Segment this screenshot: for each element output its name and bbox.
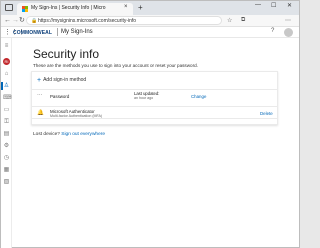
apps-icon[interactable]: ▦ [3, 167, 10, 173]
lost-device-label: Lost device? [33, 132, 60, 137]
browser-window: My Sign-Ins | Security Info | Micro × + … [0, 0, 300, 248]
address-bar[interactable]: 🔒 https://mysignins.microsoft.com/securi… [26, 16, 222, 25]
brand-logo: COMMONWEAL [13, 30, 53, 36]
add-method-label: Add sign-in method [43, 77, 87, 83]
page-description: These are the methods you use to sign in… [33, 63, 198, 68]
url-text[interactable]: https://mysignins.microsoft.com/security… [38, 18, 136, 24]
sign-out-everywhere-link[interactable]: Sign out everywhere [61, 132, 105, 137]
settings-privacy-icon[interactable]: ▤ [3, 131, 10, 137]
back-button[interactable]: ← [4, 16, 11, 25]
left-nav-rail: ≡ RI ⌂ ♙ ⌨ ▭ ⚿ ▤ ⚙ ◷ ▦ ▧ [1, 38, 12, 248]
page-title: Security info [33, 47, 100, 61]
lost-device-text: Lost device? Sign out everywhere [33, 132, 105, 137]
methods-card: + Add sign-in method ⋯ Password Last upda… [31, 71, 278, 125]
microsoft-logo-icon [22, 6, 28, 12]
browser-tab[interactable]: My Sign-Ins | Security Info | Micro × [17, 3, 133, 15]
password-dots-icon: ⋯ [37, 93, 43, 99]
app-name[interactable]: My Sign-Ins [61, 29, 93, 35]
delete-authenticator-link[interactable]: Delete [260, 111, 273, 116]
profile-avatar[interactable]: RI [3, 58, 10, 65]
header-divider [57, 28, 58, 36]
browser-menu-icon[interactable]: ⋯ [285, 17, 291, 24]
new-tab-button[interactable]: + [138, 3, 143, 12]
help-icon[interactable]: ? [271, 28, 274, 34]
tab-close-icon[interactable]: × [124, 4, 128, 10]
collections-icon[interactable]: ⧉ [241, 17, 245, 24]
tab-bar: My Sign-Ins | Security Info | Micro × + … [1, 1, 299, 15]
overview-icon[interactable]: ⌂ [3, 71, 10, 77]
browser-toolbar: ← → ↻ 🔒 https://mysignins.microsoft.com/… [1, 15, 299, 27]
minimize-button[interactable]: — [255, 2, 261, 8]
main-content: Security info These are the methods you … [14, 38, 299, 248]
recent-activity-icon[interactable]: ◷ [3, 155, 10, 161]
subscriptions-icon[interactable]: ▧ [3, 179, 10, 185]
tab-actions-icon[interactable] [5, 4, 13, 11]
method-row-password: ⋯ Password Last updated: an hour ago Cha… [32, 89, 277, 102]
collapse-menu-icon[interactable]: ≡ [3, 43, 10, 49]
tab-title: My Sign-Ins | Security Info | Micro [31, 5, 106, 11]
maximize-button[interactable]: ☐ [271, 2, 276, 9]
organizations-icon[interactable]: ⚿ [3, 119, 10, 125]
favorite-star-icon[interactable]: ☆ [227, 17, 232, 24]
add-method-button[interactable]: + Add sign-in method [37, 77, 86, 84]
password-icon[interactable]: ▭ [3, 107, 10, 113]
settings-icon[interactable]: ⚙ [3, 143, 10, 149]
app-header: ⋮⋮⋮ COMMONWEAL My Sign-Ins ? [1, 27, 299, 38]
lock-icon[interactable]: 🔒 [31, 18, 37, 24]
authenticator-icon: 🔔 [37, 110, 44, 116]
add-icon: + [37, 77, 42, 84]
change-password-link[interactable]: Change [191, 94, 206, 99]
security-info-icon[interactable]: ♙ [3, 83, 10, 89]
account-avatar[interactable] [284, 28, 293, 37]
method-row-authenticator: 🔔 Microsoft Authenticator Multi-factor A… [32, 106, 277, 119]
method-name: Password [50, 94, 70, 99]
last-updated-value: an hour ago [134, 96, 154, 100]
close-window-button[interactable]: ✕ [287, 2, 292, 9]
refresh-button[interactable]: ↻ [19, 16, 25, 25]
forward-button[interactable]: → [12, 16, 19, 25]
devices-icon[interactable]: ⌨ [3, 95, 12, 101]
method-subtitle: Multi-factor Authentication (MFA) [50, 114, 103, 118]
